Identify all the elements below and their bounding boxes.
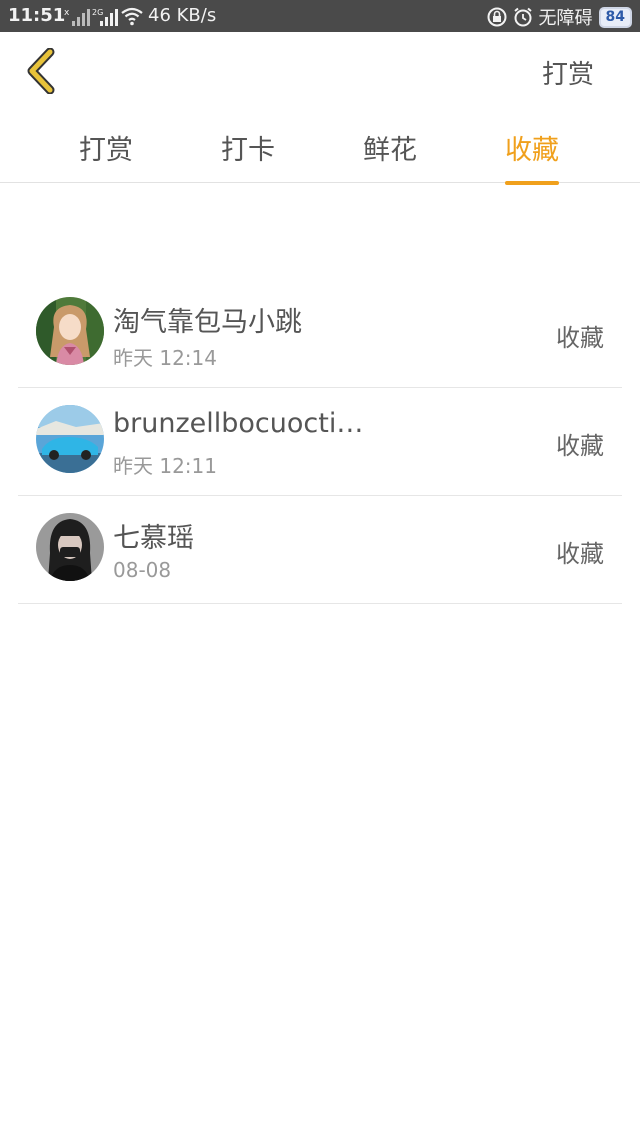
tab-label: 打卡 bbox=[221, 135, 275, 166]
network-speed: 46 KB/s bbox=[148, 5, 217, 26]
avatar[interactable] bbox=[36, 405, 104, 473]
action-label: 收藏 bbox=[556, 540, 604, 568]
action-label: 收藏 bbox=[556, 324, 604, 352]
signal-2g-icon: 2G bbox=[92, 8, 118, 26]
tab-checkin[interactable]: 打卡 bbox=[221, 128, 275, 167]
avatar[interactable] bbox=[36, 297, 104, 365]
favorites-list: 淘气靠包马小跳 昨天 12:14 收藏 brunzellbocuoctin...… bbox=[18, 280, 622, 604]
tab-reward[interactable]: 打赏 bbox=[79, 128, 133, 167]
list-item[interactable]: 淘气靠包马小跳 昨天 12:14 收藏 bbox=[18, 280, 622, 388]
chevron-left-icon bbox=[27, 47, 55, 95]
reward-button[interactable]: 打赏 bbox=[542, 54, 594, 91]
alarm-icon bbox=[513, 7, 532, 27]
header: 打赏 bbox=[0, 32, 640, 108]
list-item[interactable]: 七慕瑶 08-08 收藏 bbox=[18, 496, 622, 604]
accessibility-label: 无障碍 bbox=[538, 8, 593, 29]
list-item[interactable]: brunzellbocuoctin... 昨天 12:11 收藏 bbox=[18, 388, 622, 496]
avatar[interactable] bbox=[36, 513, 104, 581]
tab-label: 打赏 bbox=[79, 135, 133, 166]
svg-text:2G: 2G bbox=[92, 8, 103, 17]
tab-favorites[interactable]: 收藏 bbox=[505, 128, 559, 185]
status-time: 11:51 bbox=[8, 5, 66, 26]
user-name: brunzellbocuoctin... bbox=[113, 408, 373, 439]
user-name: 七慕瑶 bbox=[113, 523, 194, 554]
tab-flowers[interactable]: 鲜花 bbox=[363, 128, 417, 167]
tab-bar: 打赏 打卡 鲜花 收藏 bbox=[0, 118, 640, 185]
avatar-image bbox=[36, 405, 104, 473]
tab-label: 收藏 bbox=[505, 135, 559, 166]
back-button[interactable] bbox=[22, 47, 62, 95]
tab-label: 鲜花 bbox=[363, 135, 417, 166]
timestamp: 昨天 12:14 bbox=[113, 346, 217, 370]
action-label: 收藏 bbox=[556, 432, 604, 460]
timestamp: 昨天 12:11 bbox=[113, 454, 217, 478]
svg-text:x: x bbox=[64, 8, 70, 18]
battery-icon: 84 bbox=[598, 6, 632, 28]
timestamp: 08-08 bbox=[113, 558, 172, 582]
wifi-icon bbox=[121, 7, 143, 26]
lock-rotation-icon bbox=[487, 7, 507, 27]
status-bar: 11:51 x 2G 46 KB/s 无障碍 84 bbox=[0, 0, 640, 32]
active-tab-indicator bbox=[505, 181, 559, 185]
avatar-image bbox=[36, 513, 104, 581]
signal-icon: x bbox=[64, 8, 90, 26]
avatar-image bbox=[36, 297, 104, 365]
user-name: 淘气靠包马小跳 bbox=[113, 307, 302, 338]
